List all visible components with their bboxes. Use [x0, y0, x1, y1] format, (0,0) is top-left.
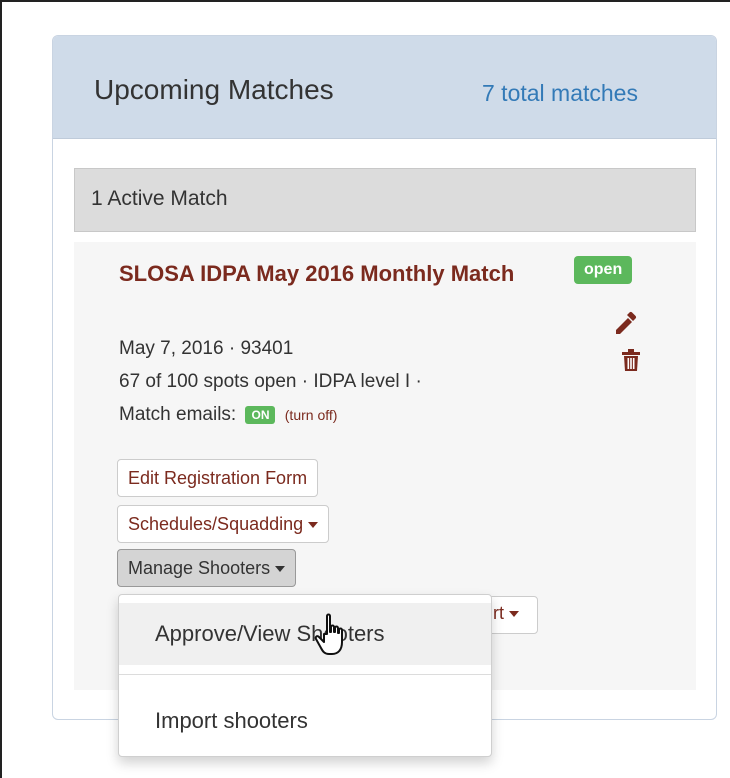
- pencil-icon[interactable]: [612, 310, 638, 336]
- manage-shooters-dropdown-menu: Approve/View Shooters Import shooters: [118, 594, 492, 757]
- emails-on-badge: ON: [245, 405, 276, 424]
- status-badge: open: [574, 256, 633, 284]
- match-emails-label: Match emails:: [119, 404, 237, 425]
- schedules-squadding-button[interactable]: Schedules/Squadding: [117, 505, 330, 543]
- trash-icon[interactable]: [622, 349, 640, 371]
- edit-registration-label: Edit Registration Form: [128, 468, 308, 488]
- partially-hidden-label: rt: [493, 603, 519, 624]
- manage-shooters-button[interactable]: Manage Shooters: [117, 549, 297, 587]
- match-emails-row: Match emails: ON (turn off): [119, 404, 337, 426]
- partially-hidden-text: rt: [493, 603, 504, 623]
- panel-heading: Upcoming Matches 7 total matches: [53, 36, 716, 139]
- match-date-zip: May 7, 2016 · 93401: [119, 338, 294, 359]
- panel-title: Upcoming Matches: [94, 74, 334, 105]
- active-match-label: 1 Active Match: [91, 187, 228, 210]
- match-spots-level: 67 of 100 spots open · IDPA level I ·: [119, 371, 422, 392]
- menu-item-import-shooters[interactable]: Import shooters: [119, 690, 491, 752]
- caret-down-icon: [275, 566, 286, 573]
- schedules-label: Schedules/Squadding: [128, 514, 304, 534]
- match-title-link[interactable]: SLOSA IDPA May 2016 Monthly Match: [119, 256, 549, 291]
- caret-down-icon: [308, 522, 319, 529]
- manage-shooters-label: Manage Shooters: [128, 558, 271, 578]
- active-match-header: 1 Active Match: [74, 168, 696, 232]
- total-matches-link[interactable]: 7 total matches: [482, 80, 638, 107]
- edit-registration-form-button[interactable]: Edit Registration Form: [117, 459, 319, 497]
- turn-off-link[interactable]: (turn off): [285, 407, 338, 423]
- hand-pointer-icon: [314, 613, 343, 655]
- menu-item-approve-view-shooters[interactable]: Approve/View Shooters: [119, 603, 491, 665]
- caret-down-icon: [509, 611, 519, 618]
- menu-divider: [119, 674, 491, 675]
